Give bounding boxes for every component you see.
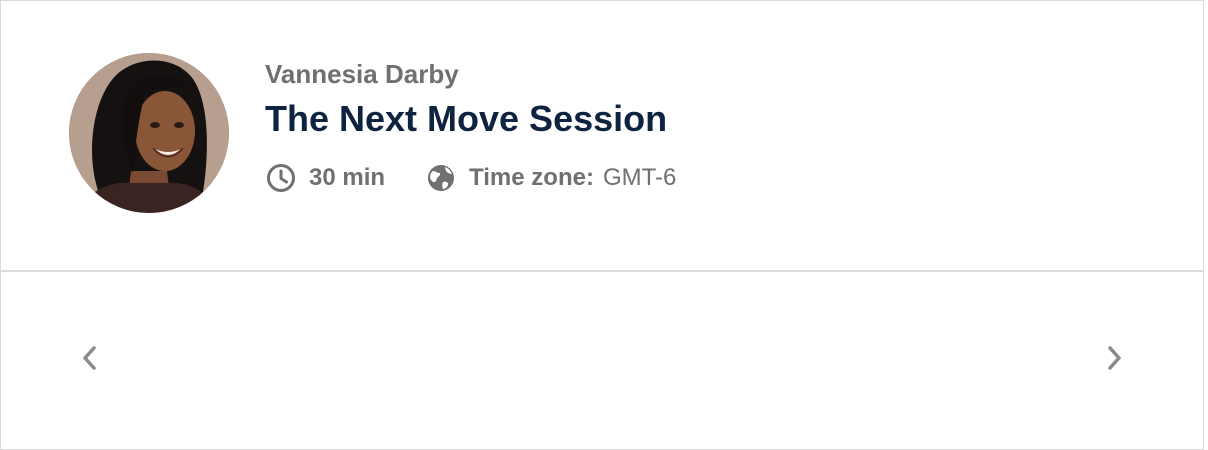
duration-info: 30 min [265, 162, 385, 194]
chevron-right-icon [1104, 345, 1124, 376]
host-name: Vannesia Darby [265, 59, 459, 89]
event-meta: 30 min Time zone: GMT-6 [265, 161, 676, 195]
timezone-label: Time zone: [469, 164, 594, 191]
previous-button[interactable] [71, 341, 109, 379]
event-header: Vannesia Darby The Next Move Session 30 … [1, 1, 1203, 272]
event-title: The Next Move Session [265, 98, 668, 139]
duration-label: 30 min [309, 164, 386, 191]
clock-icon [265, 162, 297, 194]
chevron-left-icon [80, 345, 100, 376]
next-button[interactable] [1095, 341, 1133, 379]
timezone-value: GMT-6 [602, 164, 677, 191]
host-avatar [69, 53, 229, 213]
globe-icon [425, 162, 457, 194]
booking-card: Vannesia Darby The Next Move Session 30 … [0, 0, 1204, 450]
timezone-info: Time zone: GMT-6 [425, 162, 676, 194]
